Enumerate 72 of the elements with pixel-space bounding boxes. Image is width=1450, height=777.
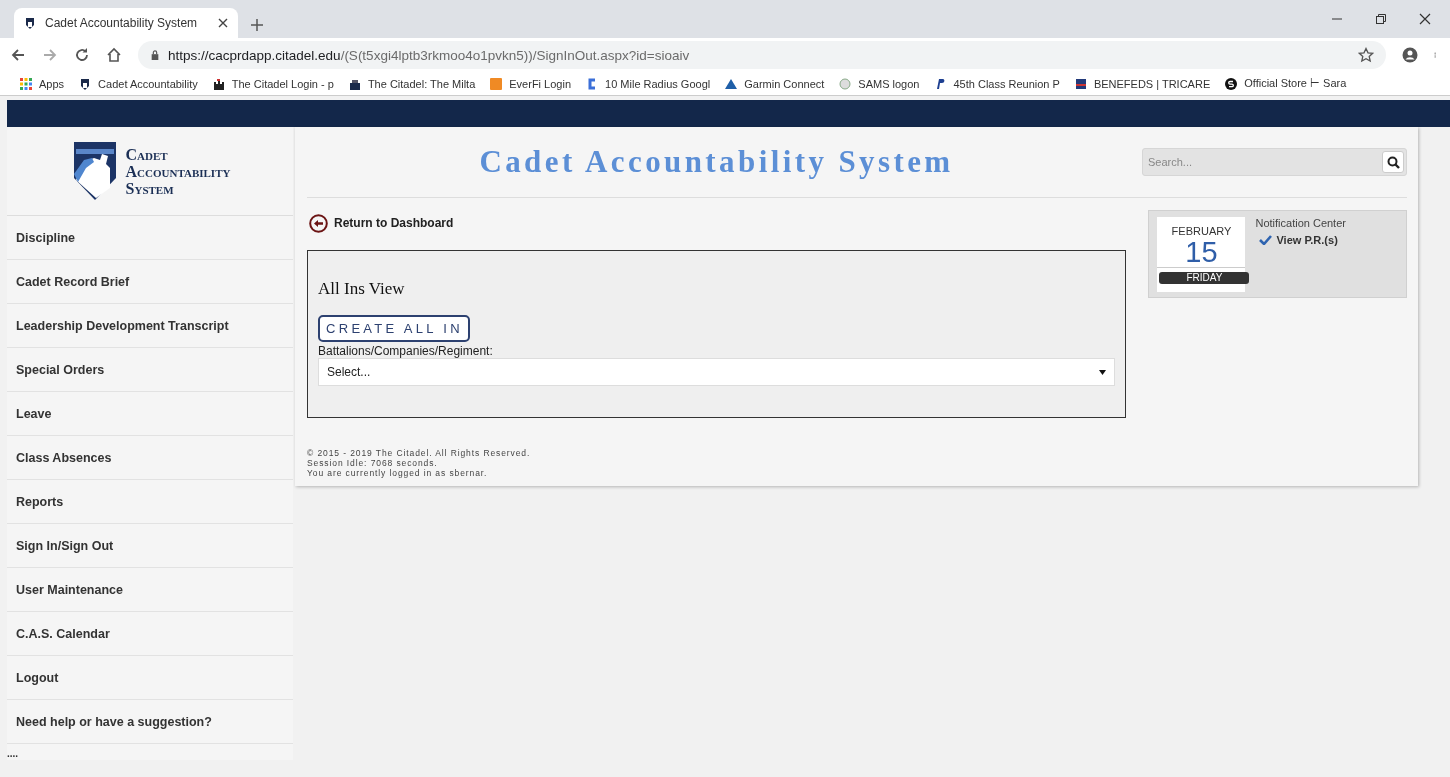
- logo-text: System: [125, 179, 175, 197]
- checkmark-icon: [1259, 235, 1273, 245]
- close-icon[interactable]: [218, 18, 228, 28]
- search-button[interactable]: [1382, 151, 1404, 173]
- bookmark[interactable]: Apps: [20, 77, 65, 90]
- sidebar-item[interactable]: C.A.S. Calendar: [7, 612, 293, 656]
- calendar-day: 15: [1157, 237, 1246, 268]
- footer-text: © 2015 - 2019 The Citadel. All Rights Reserved.: [307, 448, 531, 458]
- calendar-weekday: FRIDAY: [1159, 272, 1250, 284]
- bookmark[interactable]: The Citadel: The Milta: [348, 77, 476, 90]
- notification-link[interactable]: View P.R.(s): [1259, 234, 1338, 246]
- page-title: Cadet Accountability System: [478, 144, 955, 180]
- bookmark[interactable]: EverFi Login: [490, 77, 572, 90]
- bookmark[interactable]: Official Store ⊢ Sara: [1225, 77, 1347, 90]
- sidebar-item[interactable]: Class Absences: [7, 436, 293, 480]
- castle-icon: [212, 77, 225, 90]
- sidebar-item[interactable]: Cadet Record Brief: [7, 260, 293, 304]
- bookmark[interactable]: BENEFEDS | TRICARE: [1074, 77, 1211, 90]
- return-link[interactable]: Return to Dashboard: [307, 210, 454, 236]
- panel-title: All Ins View: [318, 279, 405, 299]
- sidebar-item[interactable]: Discipline: [7, 216, 293, 260]
- sidebar-item[interactable]: Special Orders: [7, 348, 293, 392]
- restore-icon[interactable]: [1374, 12, 1388, 26]
- bookmark[interactable]: 45th Class Reunion P: [934, 77, 1060, 90]
- select-label: Battalions/Companies/Regiment:: [318, 344, 493, 358]
- shield-icon: [24, 17, 36, 29]
- back-arrow-icon[interactable]: [10, 47, 26, 63]
- apps-grid-icon: [20, 77, 32, 90]
- shield-icon: [79, 77, 92, 90]
- s-logo-icon: [1225, 77, 1238, 90]
- create-all-in-button[interactable]: CREATE ALL IN: [318, 315, 470, 342]
- e-logo-icon: [490, 77, 503, 90]
- bookmark[interactable]: SAMS logon: [839, 77, 920, 90]
- lock-icon: [150, 49, 160, 61]
- reload-icon[interactable]: [74, 47, 90, 63]
- sidebar-item[interactable]: Leadership Development Transcript: [7, 304, 293, 348]
- sidebar-item[interactable]: Leave: [7, 392, 293, 436]
- bookmark[interactable]: The Citadel Login - p: [212, 77, 334, 90]
- sidebar-item[interactable]: Sign In/Sign Out: [7, 524, 293, 568]
- account-icon[interactable]: [1402, 47, 1418, 63]
- triangle-icon: [725, 77, 738, 90]
- home-icon[interactable]: [106, 47, 122, 63]
- sidebar-item[interactable]: Need help or have a suggestion?: [7, 700, 293, 744]
- unit-dropdown[interactable]: Select...: [318, 358, 1116, 386]
- bookmark[interactable]: Garmin Connect: [725, 77, 825, 90]
- bookmark[interactable]: 10 Mile Radius Googl: [586, 77, 711, 90]
- back-circle-icon: [309, 213, 328, 233]
- notification-title: Notification Center: [1255, 217, 1346, 229]
- search-field[interactable]: Search...: [1142, 148, 1407, 176]
- logo-text: Cadet: [125, 145, 169, 163]
- close-icon[interactable]: [1418, 12, 1432, 26]
- logo-text: Accountability: [125, 162, 231, 180]
- dropdown-arrow-icon: [1099, 369, 1107, 375]
- calendar-month: FEBRUARY: [1171, 225, 1232, 237]
- browser-tab[interactable]: Cadet Accountability System: [14, 8, 238, 38]
- footer-text: You are currently logged in as sbernar.: [307, 468, 488, 478]
- footer-text: Session Idle: 7068 seconds.: [307, 458, 438, 468]
- globe-icon: [839, 77, 852, 90]
- address-bar[interactable]: https://cacprdapp.citadel.edu/(S(t5xgi4lptb3rkmoo4o1pvkn5))/SignInOut.aspx?id=sioaiv: [138, 41, 1386, 69]
- bookmark[interactable]: Cadet Accountability: [79, 77, 198, 90]
- search-icon: [1386, 155, 1400, 169]
- flag-icon: [1074, 77, 1087, 90]
- sidebar-item[interactable]: Reports: [7, 480, 293, 524]
- new-tab-icon[interactable]: [250, 18, 264, 32]
- tab-title: Cadet Accountability System: [45, 16, 199, 30]
- sidebar-item[interactable]: Logout: [7, 656, 293, 700]
- search-input[interactable]: Search...: [1143, 155, 1382, 169]
- p-logo-icon: [934, 77, 947, 90]
- castle-icon: [348, 77, 361, 90]
- more-dots: ....: [7, 747, 20, 760]
- sidebar-item[interactable]: User Maintenance: [7, 568, 293, 612]
- star-icon[interactable]: [1358, 47, 1374, 63]
